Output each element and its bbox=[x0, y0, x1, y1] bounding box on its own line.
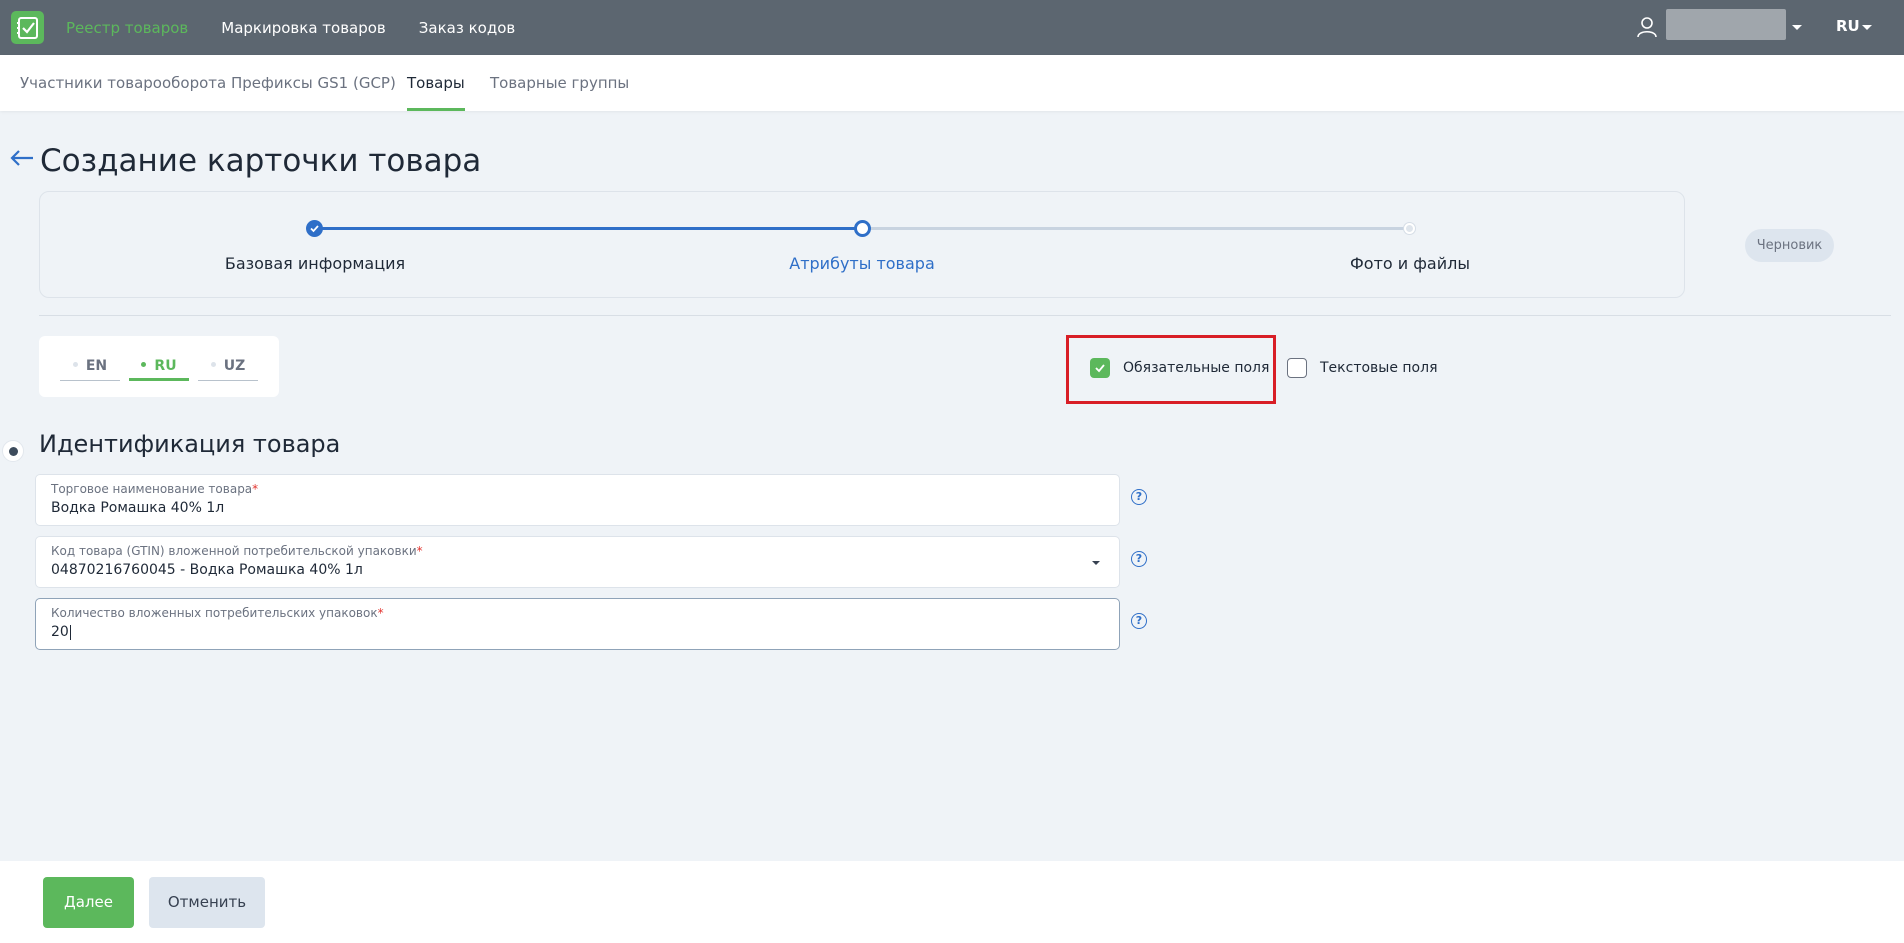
trade-name-field[interactable]: Торговое наименование товара* Водка Рома… bbox=[35, 474, 1120, 526]
help-question-icon[interactable]: ? bbox=[1131, 613, 1147, 629]
app-logo[interactable] bbox=[11, 11, 44, 44]
lang-status-dot bbox=[141, 361, 147, 367]
nav-item-registry[interactable]: Реестр товаров bbox=[66, 19, 188, 37]
section-title: Идентификация товара bbox=[39, 430, 341, 458]
lang-tab-label: EN bbox=[85, 358, 108, 374]
gtin-label: Код товара (GTIN) вложенной потребительс… bbox=[51, 544, 423, 558]
checklist-icon bbox=[16, 16, 40, 40]
nav-item-marking[interactable]: Маркировка товаров bbox=[221, 19, 386, 37]
lang-status-dot bbox=[72, 361, 78, 367]
step-pending-dot[interactable] bbox=[1404, 223, 1415, 234]
trade-name-label: Торговое наименование товара* bbox=[51, 482, 259, 496]
footer-actions: Далее Отменить bbox=[0, 861, 1904, 943]
stepper-track-pending bbox=[862, 227, 1410, 230]
tab-gs1-prefixes[interactable]: Префиксы GS1 (GCP) bbox=[231, 55, 396, 111]
package-quantity-input[interactable]: 20 bbox=[51, 624, 1051, 640]
user-menu-chevron-down-icon[interactable] bbox=[1792, 25, 1802, 30]
step-current-dot[interactable] bbox=[854, 220, 871, 237]
section-nav-dot[interactable] bbox=[2, 440, 24, 462]
user-name-redacted[interactable] bbox=[1666, 9, 1786, 40]
text-cursor bbox=[69, 624, 71, 640]
checkbox-checked-icon[interactable] bbox=[1090, 358, 1110, 378]
divider bbox=[39, 315, 1891, 316]
checkbox-unchecked-icon[interactable] bbox=[1287, 358, 1307, 378]
progress-stepper: Базовая информация Атрибуты товара Фото … bbox=[39, 191, 1685, 298]
stepper-track-completed bbox=[314, 227, 862, 230]
package-quantity-label: Количество вложенных потребительских упа… bbox=[51, 606, 384, 620]
content-language-tabs: EN RU UZ bbox=[39, 336, 279, 397]
step-label-attributes[interactable]: Атрибуты товара bbox=[789, 254, 935, 273]
gtin-select[interactable]: Код товара (GTIN) вложенной потребительс… bbox=[35, 536, 1120, 588]
user-icon[interactable] bbox=[1637, 16, 1657, 42]
status-badge: Черновик bbox=[1745, 229, 1834, 262]
step-completed-check-icon[interactable] bbox=[306, 220, 323, 237]
sub-nav: Участники товарооборота Префиксы GS1 (GC… bbox=[0, 55, 1904, 111]
lang-tab-en[interactable]: EN bbox=[60, 358, 120, 381]
text-fields-checkbox[interactable]: Текстовые поля bbox=[1287, 357, 1438, 379]
nav-item-codes-order[interactable]: Заказ кодов bbox=[419, 19, 515, 37]
chevron-down-icon[interactable] bbox=[1092, 561, 1100, 565]
required-fields-label: Обязательные поля bbox=[1123, 360, 1270, 376]
help-question-icon[interactable]: ? bbox=[1131, 489, 1147, 505]
lang-status-dot bbox=[210, 361, 216, 367]
tab-participants[interactable]: Участники товарооборота bbox=[20, 55, 226, 111]
step-label-photos-files[interactable]: Фото и файлы bbox=[1350, 254, 1470, 273]
language-selector[interactable]: RU bbox=[1836, 17, 1860, 35]
lang-tab-ru[interactable]: RU bbox=[129, 358, 189, 381]
lang-tab-uz[interactable]: UZ bbox=[198, 358, 258, 381]
help-question-icon[interactable]: ? bbox=[1131, 551, 1147, 567]
next-button[interactable]: Далее bbox=[43, 877, 134, 928]
main-nav: Реестр товаров Маркировка товаров Заказ … bbox=[66, 0, 515, 55]
language-chevron-down-icon[interactable] bbox=[1862, 25, 1872, 30]
lang-tab-label: UZ bbox=[223, 358, 246, 374]
lang-tab-label: RU bbox=[154, 358, 177, 374]
tab-products[interactable]: Товары bbox=[407, 55, 465, 111]
back-arrow-icon[interactable] bbox=[9, 148, 35, 168]
tab-product-groups[interactable]: Товарные группы bbox=[490, 55, 629, 111]
required-fields-checkbox[interactable]: Обязательные поля bbox=[1090, 357, 1269, 379]
step-label-basic-info[interactable]: Базовая информация bbox=[225, 254, 405, 273]
page-title: Создание карточки товара bbox=[40, 143, 482, 179]
top-bar: Реестр товаров Маркировка товаров Заказ … bbox=[0, 0, 1904, 55]
cancel-button[interactable]: Отменить bbox=[149, 877, 265, 928]
gtin-selected-value[interactable]: 04870216760045 - Водка Ромашка 40% 1л bbox=[51, 562, 1051, 578]
package-quantity-field[interactable]: Количество вложенных потребительских упа… bbox=[35, 598, 1120, 650]
trade-name-input[interactable]: Водка Ромашка 40% 1л bbox=[51, 500, 1051, 516]
text-fields-label: Текстовые поля bbox=[1320, 360, 1438, 376]
